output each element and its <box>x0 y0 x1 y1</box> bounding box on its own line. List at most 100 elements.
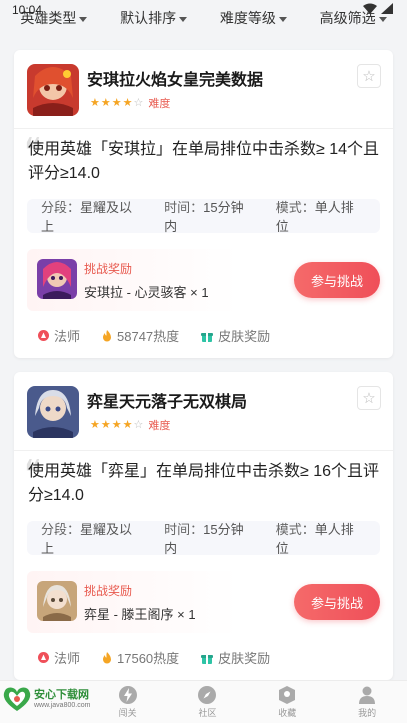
card-header: 弈星天元落子无双棋局 ★ ★ ★ ★ ☆ 难度 ☆ <box>14 372 393 442</box>
hero-avatar <box>27 64 79 116</box>
info-mode: 模式：单人排位 <box>276 197 366 235</box>
reward-skin-image <box>37 581 77 621</box>
filter-label: 默认排序 <box>120 10 177 26</box>
favorite-button[interactable]: ☆ <box>357 386 381 410</box>
user-icon <box>359 686 376 704</box>
info-time-label: 时间： <box>164 200 204 215</box>
meta-reward-type-label: 皮肤奖励 <box>218 651 271 666</box>
info-mode-label: 模式： <box>275 522 315 537</box>
mage-icon <box>38 330 49 341</box>
join-challenge-button[interactable]: 参与挑战 <box>294 262 380 298</box>
bolt-icon <box>118 685 137 704</box>
info-time: 时间：15分钟内 <box>164 519 256 557</box>
filter-bar: 英雄类型 默认排序 难度等级 高级筛选 <box>0 8 407 28</box>
favorite-button[interactable]: ☆ <box>357 64 381 88</box>
reward-skin-image <box>37 259 77 299</box>
star-icon: ★ <box>90 418 100 431</box>
nav-label: 闯关 <box>118 707 137 718</box>
meta-reward-type: 皮肤奖励 <box>201 326 270 345</box>
signal-icon <box>381 3 393 14</box>
card-meta: 法师 58747热度 皮肤奖励 <box>38 326 270 345</box>
star-icon: ★ <box>90 96 100 109</box>
card-title: 弈星天元落子无双棋局 <box>87 394 248 411</box>
meta-reward-type: 皮肤奖励 <box>201 648 270 667</box>
card-header: 安琪拉火焰女皇完美数据 ★ ★ ★ ★ ☆ 难度 ☆ <box>14 50 393 120</box>
divider <box>14 128 393 129</box>
reward-title: 挑战奖励 <box>84 584 133 598</box>
star-icon: ★ <box>122 418 133 431</box>
meta-role-label: 法师 <box>54 651 81 666</box>
star-icon: ★ <box>100 418 111 431</box>
heart-logo-icon <box>3 687 31 711</box>
meta-reward-type-label: 皮肤奖励 <box>218 329 271 344</box>
gift-icon <box>201 332 214 342</box>
compass-icon <box>198 685 217 704</box>
chevron-down-icon <box>79 16 88 22</box>
meta-heat: 17560热度 <box>102 648 179 667</box>
challenge-card[interactable]: 弈星天元落子无双棋局 ★ ★ ★ ★ ☆ 难度 ☆ ❝ 使用英雄「弈星」在单局排… <box>14 372 393 680</box>
flame-icon <box>103 329 112 341</box>
status-icons <box>363 3 393 14</box>
info-time-label: 时间： <box>164 522 204 537</box>
hero-avatar <box>27 386 79 438</box>
meta-heat-label: 17560热度 <box>117 651 180 666</box>
difficulty-label: 难度 <box>148 98 171 110</box>
star-outline-icon: ☆ <box>362 68 376 85</box>
star-empty-icon: ☆ <box>133 96 144 109</box>
wifi-icon <box>363 3 377 14</box>
bookmark-icon <box>279 685 296 704</box>
challenge-description: 使用英雄「弈星」在单局排位中击杀数≥ 16个且评分≥14.0 <box>28 463 380 504</box>
star-icon: ★ <box>111 96 122 109</box>
status-time: 10:04 <box>12 3 43 17</box>
chevron-down-icon <box>278 16 287 22</box>
watermark-text: 安心下载网 www.java800.com <box>34 689 90 710</box>
meta-heat-label: 58747热度 <box>117 329 180 344</box>
filter-sort[interactable]: 默认排序 <box>120 8 188 28</box>
filter-label: 难度等级 <box>219 10 276 26</box>
nav-item-favorites[interactable]: 收藏 <box>247 681 327 723</box>
nav-item-profile[interactable]: 我的 <box>327 681 407 723</box>
nav-label: 社区 <box>198 707 217 718</box>
star-empty-icon: ☆ <box>133 418 144 431</box>
info-time: 时间：15分钟内 <box>164 197 256 235</box>
info-mode-label: 模式： <box>275 200 315 215</box>
star-icon: ★ <box>111 418 122 431</box>
card-meta: 法师 17560热度 皮肤奖励 <box>38 648 270 667</box>
reward-title: 挑战奖励 <box>84 262 133 276</box>
star-icon: ★ <box>122 96 133 109</box>
info-mode: 模式：单人排位 <box>276 519 366 557</box>
nav-item-challenge[interactable]: 闯关 <box>88 681 168 723</box>
divider <box>14 450 393 451</box>
flame-icon <box>103 651 112 663</box>
join-challenge-button[interactable]: 参与挑战 <box>294 584 380 620</box>
difficulty-label: 难度 <box>148 420 171 432</box>
info-rank-label: 分段： <box>41 522 81 537</box>
reward-section: 挑战奖励 安琪拉 - 心灵骇客 × 1 参与挑战 <box>27 249 380 311</box>
info-rank: 分段：星耀及以上 <box>41 197 144 235</box>
star-icon: ★ <box>100 96 111 109</box>
mage-icon <box>38 652 49 663</box>
challenge-card[interactable]: 安琪拉火焰女皇完美数据 ★ ★ ★ ★ ☆ 难度 ☆ ❝ 使用英雄「安琪拉」在单… <box>14 50 393 358</box>
challenge-info: 分段：星耀及以上 时间：15分钟内 模式：单人排位 <box>27 197 380 235</box>
difficulty-rating: ★ ★ ★ ★ ☆ 难度 <box>90 417 170 433</box>
reward-item: 弈星 - 滕王阁序 × 1 <box>84 607 196 622</box>
meta-role-label: 法师 <box>54 329 81 344</box>
reward-section: 挑战奖励 弈星 - 滕王阁序 × 1 参与挑战 <box>27 571 380 633</box>
meta-role: 法师 <box>38 326 80 345</box>
chevron-down-icon <box>179 16 188 22</box>
difficulty-rating: ★ ★ ★ ★ ☆ 难度 <box>90 95 170 111</box>
meta-role: 法师 <box>38 648 80 667</box>
filter-difficulty[interactable]: 难度等级 <box>220 8 287 28</box>
watermark-main: 安心下载网 <box>34 688 89 701</box>
star-outline-icon: ☆ <box>362 390 376 407</box>
watermark: 安心下载网 www.java800.com <box>2 686 90 712</box>
chevron-down-icon <box>378 16 387 22</box>
nav-item-community[interactable]: 社区 <box>168 681 248 723</box>
top-bar: 英雄类型 默认排序 难度等级 高级筛选 10:04 <box>0 0 407 42</box>
info-rank-label: 分段： <box>41 200 81 215</box>
reward-item: 安琪拉 - 心灵骇客 × 1 <box>84 285 209 300</box>
meta-heat: 58747热度 <box>102 326 179 345</box>
gift-icon <box>201 654 214 664</box>
info-rank: 分段：星耀及以上 <box>41 519 144 557</box>
card-title: 安琪拉火焰女皇完美数据 <box>87 72 264 89</box>
